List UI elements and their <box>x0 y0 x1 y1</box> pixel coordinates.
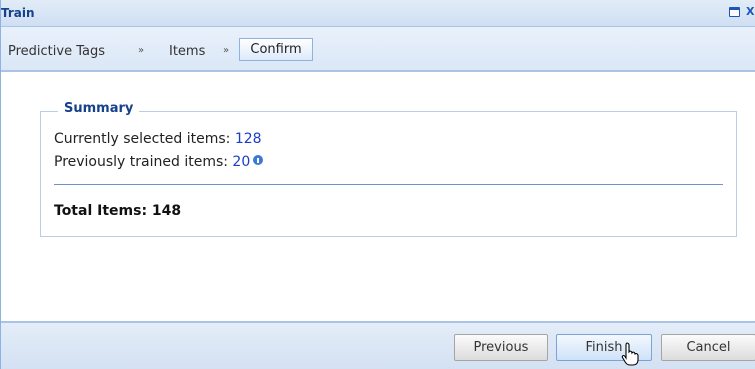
hand-cursor-icon <box>621 342 639 366</box>
breadcrumb-item-predictive-tags[interactable]: Predictive Tags <box>8 44 105 59</box>
selected-items-label: Currently selected items: <box>54 131 235 147</box>
title-bar: Train X <box>1 0 755 27</box>
breadcrumb-separator: » <box>223 45 230 56</box>
selected-items-value[interactable]: 128 <box>235 131 262 147</box>
maximize-icon[interactable] <box>729 7 740 17</box>
trained-items-row: Previously trained items: 20 <box>54 154 264 170</box>
breadcrumb-item-confirm[interactable]: Confirm <box>239 38 313 61</box>
selected-items-row: Currently selected items: 128 <box>54 131 262 147</box>
breadcrumb-separator: » <box>138 45 145 56</box>
train-dialog: Train X Predictive Tags » Items » Confir… <box>0 0 755 369</box>
summary-legend: Summary <box>58 101 140 116</box>
total-items: Total Items: 148 <box>54 203 182 219</box>
window-title: Train <box>1 6 35 20</box>
info-icon[interactable] <box>253 155 264 165</box>
breadcrumb: Predictive Tags » Items » Confirm <box>1 27 755 72</box>
summary-divider <box>54 184 723 185</box>
close-icon[interactable]: X <box>746 5 755 19</box>
trained-items-value[interactable]: 20 <box>232 154 250 170</box>
breadcrumb-item-items[interactable]: Items <box>169 44 205 59</box>
previous-button[interactable]: Previous <box>454 334 548 361</box>
cancel-button[interactable]: Cancel <box>661 334 755 361</box>
trained-items-label: Previously trained items: <box>54 154 233 170</box>
